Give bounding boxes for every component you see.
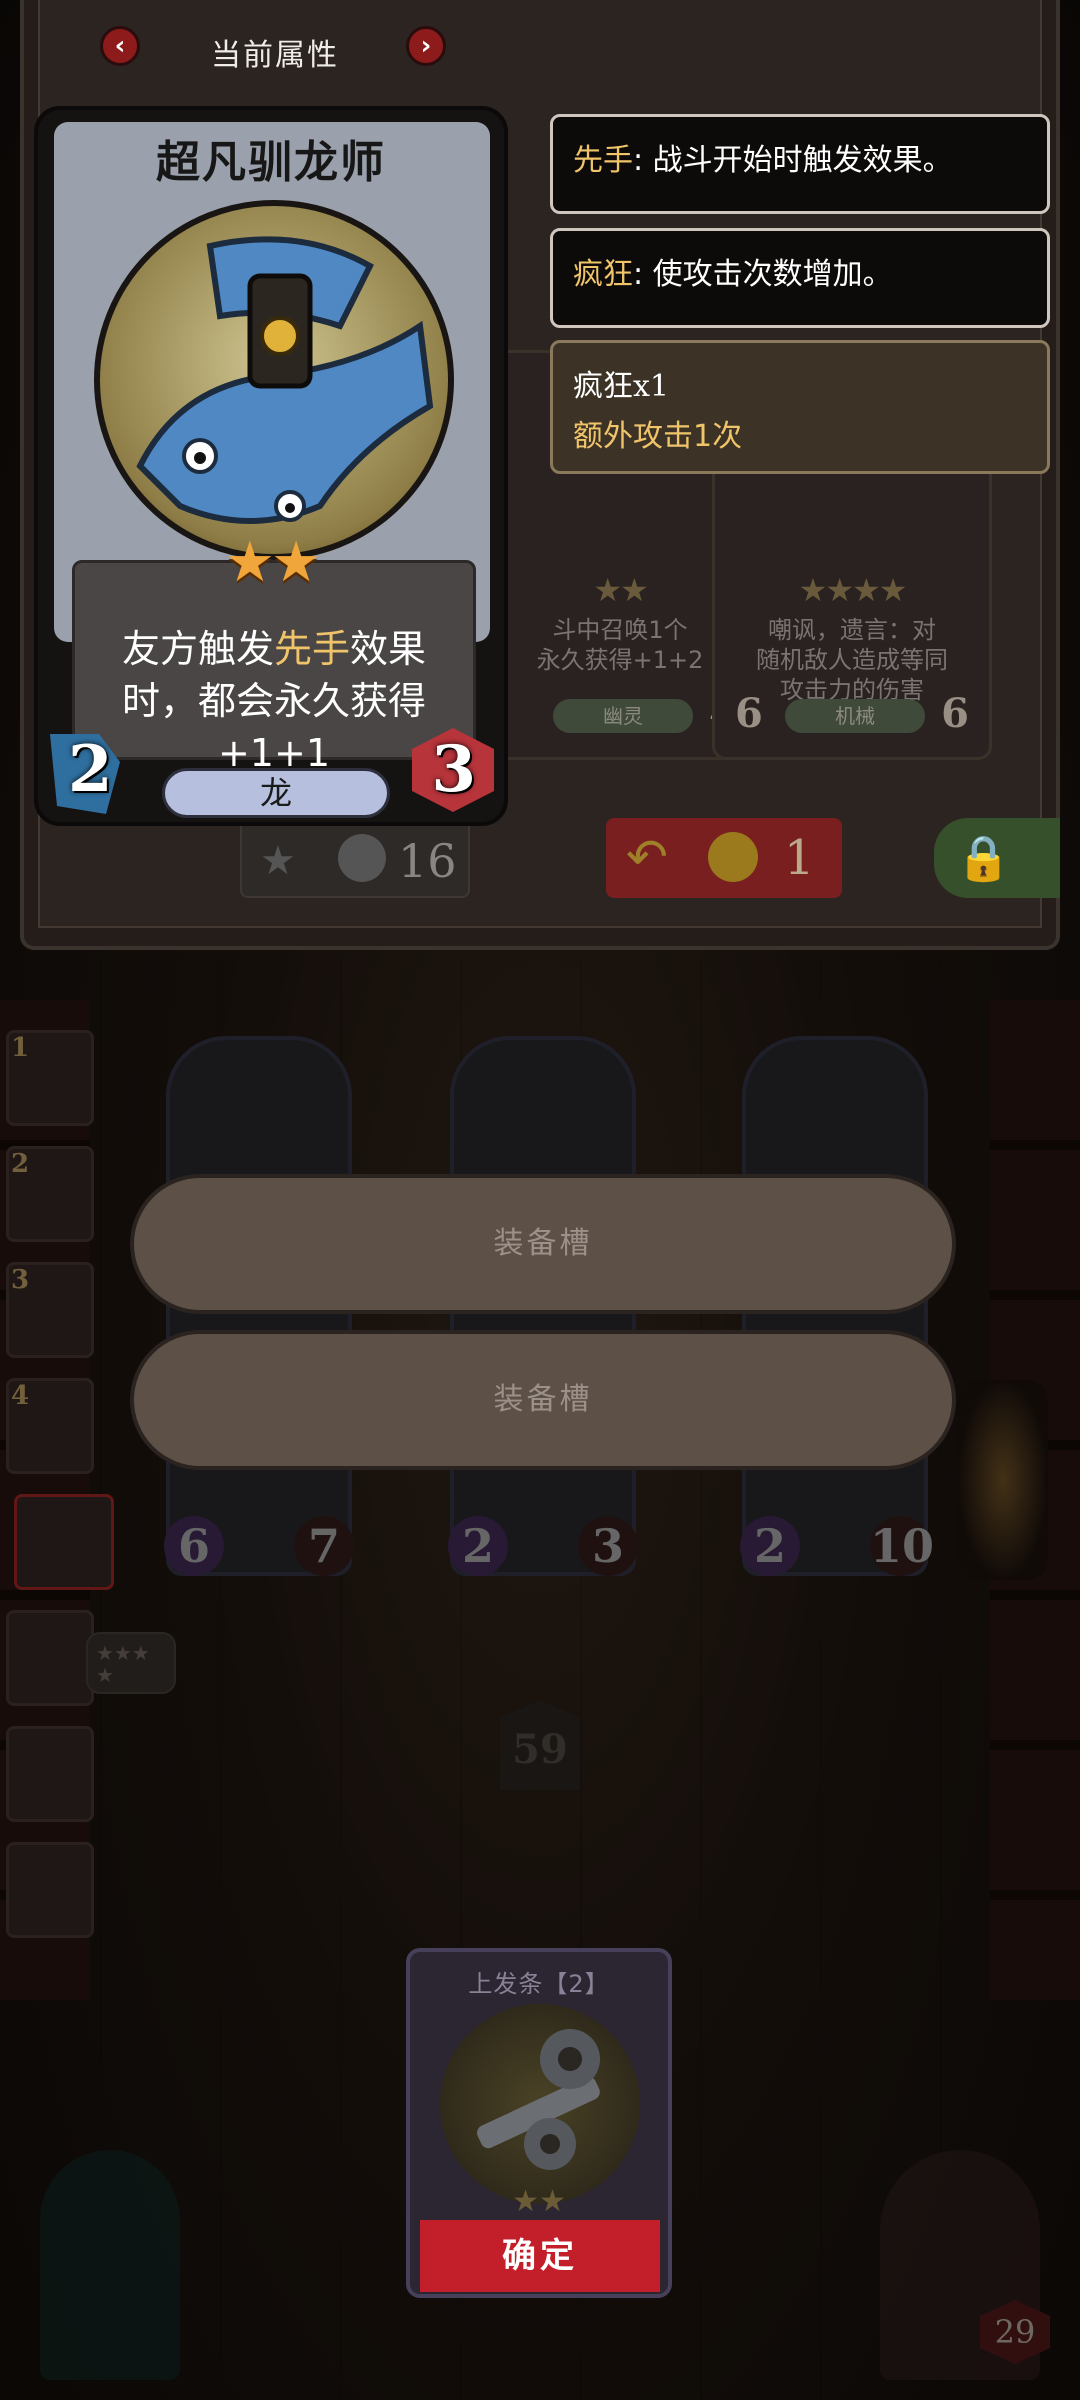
lamp-icon [958, 1380, 1048, 1580]
keyword-name: 疯狂 [573, 257, 633, 292]
lineup-slot[interactable] [6, 1726, 94, 1822]
lineup-index: 3 [11, 1265, 30, 1295]
shop-card-tribe: 机械 [785, 699, 925, 733]
card-health: 3 [431, 732, 476, 807]
confirm-button[interactable]: 确定 [420, 2220, 660, 2292]
stars-bubble: ★★★ ★ [86, 1632, 176, 1694]
chevron-right-icon[interactable]: › [406, 26, 446, 66]
panel-header: ‹ 当前属性 › [100, 26, 446, 73]
lock-button[interactable]: 🔒 [934, 818, 1060, 898]
shop-card-text: 斗中召唤1个 永久获得+1+2 [536, 616, 704, 674]
card-description: 友方触发先手效果时，都会永久获得+1+1 [89, 623, 459, 779]
wind-up-key-icon [440, 2004, 640, 2204]
upgrade-cost: 16 [398, 834, 457, 888]
keyword-text: : 战斗开始时触发效果。 [633, 143, 953, 178]
dragon-tamer-portrait [94, 200, 454, 560]
keyword-info-panel: 疯狂: 使攻击次数增加。 [550, 228, 1050, 328]
shop-card-stars: ★★★★ [798, 571, 908, 609]
refresh-button[interactable]: ↶ 1 [606, 818, 842, 898]
page-title: 当前属性 [211, 38, 339, 73]
equip-slot-button[interactable]: 装备槽 [130, 1330, 956, 1470]
turn-timer: 59 [500, 1700, 580, 1790]
shop-card-text: 嘲讽，遗言：对 随机敌人造成等同 攻击力的伤害 [756, 616, 948, 704]
shop-card-health: 6 [941, 690, 969, 737]
upgrade-button[interactable]: ★ 16 [240, 818, 470, 898]
team-health: 10 [870, 1516, 934, 1576]
lineup-index: 2 [11, 1149, 30, 1179]
team-attack: 6 [164, 1516, 224, 1576]
refresh-icon: ↶ [626, 828, 668, 886]
lineup-slot-selected[interactable] [14, 1494, 114, 1590]
star-up-icon: ★ [260, 838, 296, 884]
lineup-slot[interactable]: 3 [6, 1262, 94, 1358]
buff-detail: 额外攻击1次 [573, 419, 743, 454]
deck-icon[interactable] [40, 2150, 180, 2380]
equip-slot-button[interactable]: 装备槽 [130, 1174, 956, 1314]
card-attack: 2 [68, 732, 113, 807]
lineup-slot[interactable] [6, 1610, 94, 1706]
shop-card-tribe: 幽灵 [553, 699, 693, 733]
keyword-info-panel: 先手: 战斗开始时触发效果。 [550, 114, 1050, 214]
buff-title: 疯狂x1 [573, 369, 670, 404]
lineup-slot[interactable]: 1 [6, 1030, 94, 1126]
team-health: 3 [578, 1516, 638, 1576]
lineup-index: 1 [11, 1033, 30, 1063]
unit-card: 超凡驯龙师 友方触发先手效果时，都会永久获得+1+1 ★★ 2 3 龙 [34, 106, 508, 826]
coin-icon [708, 832, 758, 882]
lock-icon: 🔒 [956, 833, 1011, 884]
lineup-index: 4 [11, 1381, 30, 1411]
card-tribe: 龙 [162, 768, 390, 818]
card-name: 超凡驯龙师 [156, 137, 386, 188]
item-stars: ★★ [512, 2184, 566, 2219]
item-title: 上发条【2】 [468, 1970, 610, 1998]
chevron-left-icon[interactable]: ‹ [100, 26, 140, 66]
buff-info-panel: 疯狂x1 额外攻击1次 [550, 340, 1050, 474]
lineup-slot[interactable] [6, 1842, 94, 1938]
shop-card-attack: 6 [735, 690, 763, 737]
coin-icon [338, 834, 386, 882]
team-attack: 2 [740, 1516, 800, 1576]
card-stars: ★★ [224, 530, 321, 595]
keyword-name: 先手 [573, 143, 633, 178]
team-health: 7 [294, 1516, 354, 1576]
team-attack: 2 [448, 1516, 508, 1576]
refresh-cost: 1 [784, 830, 815, 886]
lineup-slot[interactable]: 2 [6, 1146, 94, 1242]
description-keyword: 先手 [273, 627, 350, 671]
description-pre: 友方触发 [121, 627, 274, 671]
lineup-slot[interactable]: 4 [6, 1378, 94, 1474]
keyword-text: : 使攻击次数增加。 [633, 257, 893, 292]
